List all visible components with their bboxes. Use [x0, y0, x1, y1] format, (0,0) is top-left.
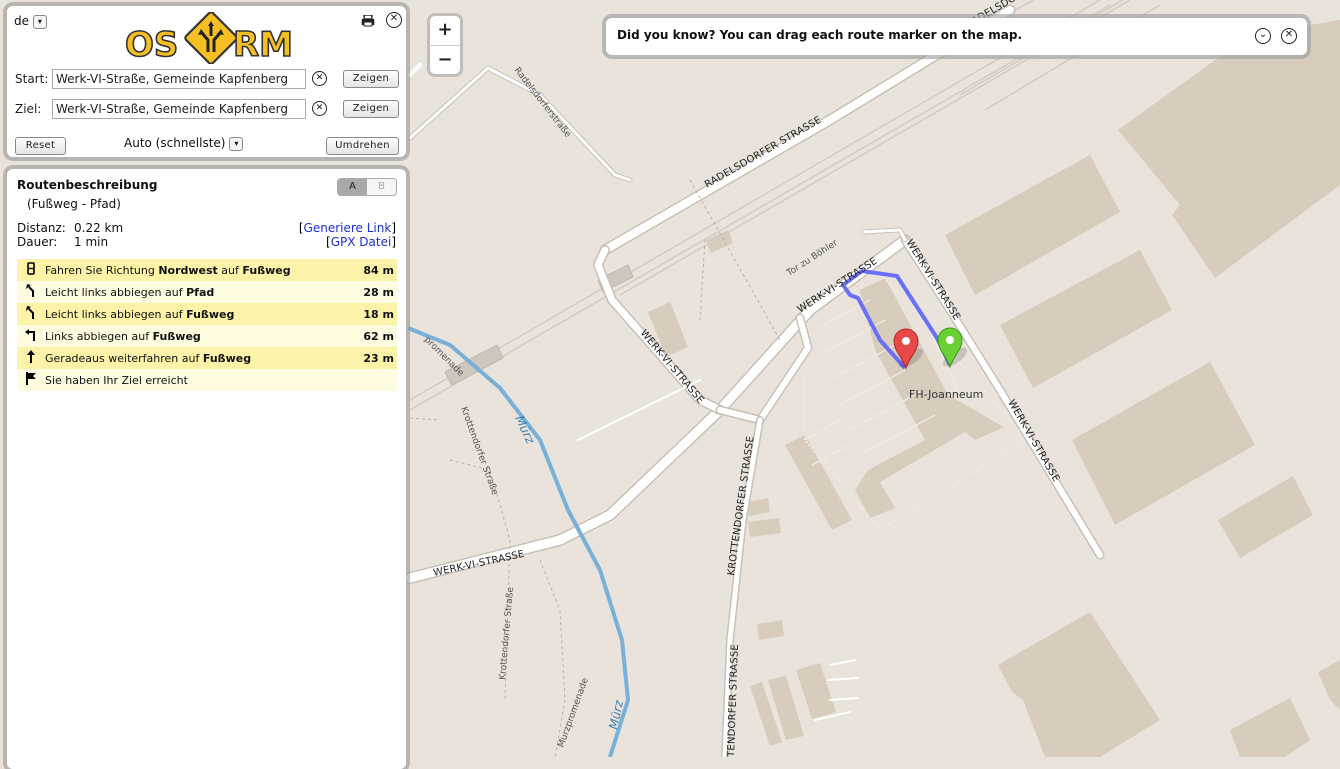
- reverse-button[interactable]: Umdrehen: [326, 137, 399, 155]
- route-step-distance: [355, 369, 397, 391]
- print-icon[interactable]: [361, 15, 375, 27]
- osrm-logo: OS RM: [124, 12, 294, 64]
- route-mode-value: Auto (schnellste): [124, 136, 226, 150]
- collapse-tip-chevron-icon[interactable]: ⌄: [1255, 28, 1271, 44]
- tip-box: Did you know? You can drag each route ma…: [606, 18, 1307, 55]
- chevron-down-icon: ▾: [229, 136, 244, 151]
- show-ziel-button[interactable]: Zeigen: [343, 100, 399, 118]
- slight-left-icon: [26, 306, 36, 322]
- route-step-row[interactable]: Links abbiegen auf Fußweg 62 m: [17, 325, 397, 347]
- route-step-distance: 84 m: [363, 263, 394, 277]
- route-steps-table: Fahren Sie Richtung Nordwest auf Fußweg 8…: [17, 259, 397, 391]
- straight-icon: [26, 350, 36, 366]
- route-step-text: Links abbiegen auf Fußweg: [45, 329, 201, 343]
- clear-ziel-icon[interactable]: ✕: [312, 101, 327, 116]
- route-b-button[interactable]: B: [367, 179, 396, 195]
- route-step-text: Sie haben Ihr Ziel erreicht: [45, 373, 188, 387]
- route-input-panel: de ▾ OS RM ✕ Start: ✕ Zeigen Ziel: ✕ Zei…: [7, 6, 406, 157]
- distance-label: Distanz:: [17, 221, 66, 235]
- route-step-distance: 23 m: [363, 351, 394, 365]
- route-a-button[interactable]: A: [338, 179, 367, 195]
- route-step-distance: 28 m: [363, 285, 394, 299]
- language-select[interactable]: de ▾: [14, 14, 47, 29]
- route-step-row[interactable]: Fahren Sie Richtung Nordwest auf Fußweg 8…: [17, 259, 397, 281]
- route-step-row[interactable]: Geradeaus weiterfahren auf Fußweg 23 m: [17, 347, 397, 369]
- reset-button[interactable]: Reset: [15, 137, 66, 155]
- route-description-subtitle: (Fußweg - Pfad): [27, 197, 121, 211]
- close-panel-icon[interactable]: ✕: [386, 12, 402, 28]
- route-alternative-toggle: A B: [337, 178, 397, 196]
- language-value: de: [14, 14, 29, 28]
- slight-left-icon: [26, 284, 36, 300]
- route-step-row[interactable]: Leicht links abbiegen auf Pfad 28 m: [17, 281, 397, 303]
- route-step-row[interactable]: Sie haben Ihr Ziel erreicht: [17, 369, 397, 391]
- route-step-distance: 18 m: [363, 307, 394, 321]
- start-label: Start:: [15, 72, 49, 86]
- gpx-file-link[interactable]: [GPX Datei]: [326, 235, 396, 249]
- start-input[interactable]: [52, 69, 306, 89]
- chevron-down-icon: ▾: [32, 14, 47, 29]
- duration-value: 1 min: [74, 235, 109, 249]
- route-step-text: Leicht links abbiegen auf Pfad: [45, 285, 215, 299]
- route-step-text: Fahren Sie Richtung Nordwest auf Fußweg: [45, 263, 291, 277]
- distance-row: Distanz: 0.22 km: [17, 221, 123, 235]
- route-description-panel: Routenbeschreibung (Fußweg - Pfad) A B D…: [7, 169, 406, 769]
- ziel-label: Ziel:: [15, 102, 42, 116]
- route-step-distance: 62 m: [363, 329, 394, 343]
- logo-text-right: RM: [233, 25, 293, 64]
- clear-start-icon[interactable]: ✕: [312, 71, 327, 86]
- duration-row: Dauer: 1 min: [17, 235, 108, 249]
- zoom-in-button[interactable]: +: [430, 16, 460, 45]
- logo-text-left: OS: [125, 25, 178, 64]
- route-step-text: Leicht links abbiegen auf Fußweg: [45, 307, 235, 321]
- route-mode-select[interactable]: Auto (schnellste) ▾: [124, 136, 244, 151]
- head-icon: [26, 262, 36, 278]
- generate-link[interactable]: [Generiere Link]: [299, 221, 396, 235]
- zoom-control: + −: [430, 16, 460, 74]
- route-step-text: Geradeaus weiterfahren auf Fußweg: [45, 351, 252, 365]
- logo-sign-icon: [184, 12, 238, 64]
- route-step-row[interactable]: Leicht links abbiegen auf Fußweg 18 m: [17, 303, 397, 325]
- close-tip-icon[interactable]: ✕: [1281, 28, 1297, 44]
- zoom-out-button[interactable]: −: [430, 45, 460, 74]
- tip-text: Did you know? You can drag each route ma…: [617, 28, 1023, 42]
- label-fh-joanneum: FH-Joanneum: [909, 388, 983, 401]
- turn-left-icon: [25, 329, 37, 344]
- show-start-button[interactable]: Zeigen: [343, 70, 399, 88]
- duration-label: Dauer:: [17, 235, 58, 249]
- distance-value: 0.22 km: [74, 221, 124, 235]
- ziel-input[interactable]: [52, 99, 306, 119]
- route-description-title: Routenbeschreibung: [17, 178, 158, 192]
- finish-flag-icon: [25, 372, 37, 388]
